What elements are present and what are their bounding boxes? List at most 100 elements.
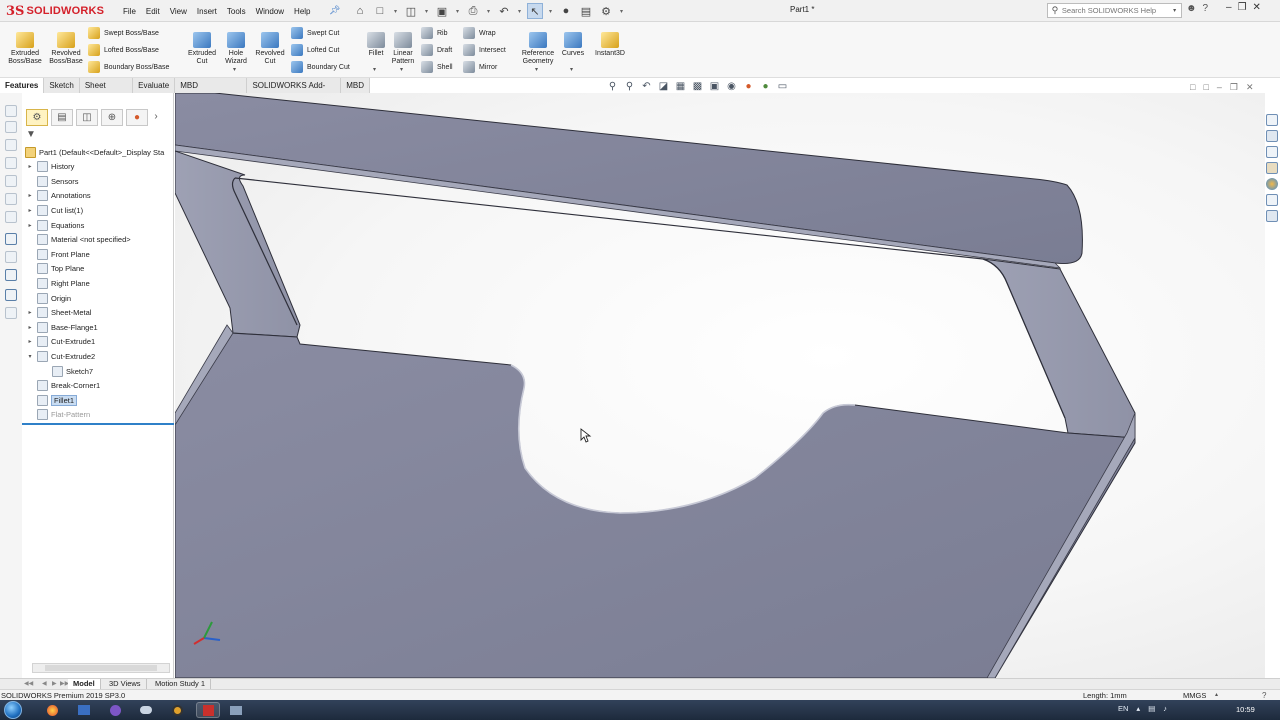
strip-icon-1[interactable] (5, 105, 17, 117)
solidworks-taskbar-icon[interactable] (196, 702, 220, 718)
expand-arrow-icon[interactable]: ▸ (26, 207, 34, 214)
file-explorer-icon[interactable] (72, 702, 96, 718)
tree-item[interactable]: Sensors (26, 174, 79, 188)
tab-first-arrow-icon[interactable]: ◀◀ (24, 680, 33, 687)
menu-insert[interactable]: Insert (192, 7, 222, 16)
home-icon[interactable]: ⌂ (352, 3, 368, 19)
reference-geometry-button[interactable]: Reference Geometry (518, 32, 558, 66)
pattern-dropdown-icon[interactable]: ▾ (400, 66, 403, 73)
tree-item[interactable]: Front Plane (26, 247, 90, 261)
help-status-icon[interactable]: ? (1262, 691, 1266, 700)
wrap-button[interactable]: Wrap (463, 26, 496, 40)
tree-item[interactable]: Right Plane (26, 276, 90, 290)
strip-icon-11[interactable] (5, 289, 17, 301)
save-dropdown-icon[interactable]: ▾ (454, 8, 461, 15)
file-explorer-icon[interactable] (1266, 146, 1278, 158)
view-orientation-icon[interactable]: ▩ (691, 80, 704, 93)
menu-tools[interactable]: Tools (222, 7, 251, 16)
language-indicator[interactable]: EN (1118, 704, 1128, 713)
select-pointer-icon[interactable]: ↖ (527, 3, 543, 19)
swept-boss-button[interactable]: Swept Boss/Base (88, 26, 159, 40)
expand-arrow-icon[interactable]: ▸ (26, 309, 34, 316)
tree-item[interactable]: ▾ Cut-Extrude2 (26, 349, 95, 363)
restore-icon[interactable]: ❐ (1238, 2, 1247, 13)
volume-icon[interactable]: ♪ (1163, 704, 1167, 713)
strip-icon-10[interactable] (5, 269, 17, 281)
tab-next-arrow-icon[interactable]: ▶ (52, 680, 57, 687)
solidworks-resources-home-icon[interactable] (1266, 114, 1278, 126)
options-dropdown-icon[interactable]: ▾ (618, 8, 625, 15)
select-dropdown-icon[interactable]: ▾ (547, 8, 554, 15)
units-dropdown-icon[interactable]: ▴ (1215, 691, 1218, 698)
mirror-button[interactable]: Mirror (463, 60, 497, 74)
custom-properties-icon[interactable] (1266, 194, 1278, 206)
pin-menu-icon[interactable]: 📌︎ (329, 5, 340, 16)
solidworks-forum-icon[interactable] (1266, 210, 1278, 222)
user-account-icon[interactable]: ☻ (1186, 3, 1197, 14)
rib-button[interactable]: Rib (421, 26, 448, 40)
tree-item[interactable]: Fillet1 (26, 393, 78, 407)
tree-item[interactable]: Break-Corner1 (26, 379, 100, 393)
extruded-cut-button[interactable]: Extruded Cut (184, 32, 220, 66)
menu-view[interactable]: View (165, 7, 192, 16)
tab-mbd[interactable]: MBD (341, 78, 370, 93)
previous-view-icon[interactable]: ↶ (640, 80, 653, 93)
tree-item[interactable]: ▸ Cut-Extrude1 (26, 335, 95, 349)
tree-item[interactable]: Origin (26, 291, 71, 305)
print-icon[interactable]: ⎙ (465, 3, 481, 19)
expand-arrow-icon[interactable]: ▸ (26, 324, 34, 331)
hole-wizard-dropdown-icon[interactable]: ▾ (233, 66, 236, 73)
rebuild-traffic-light-icon[interactable]: ● (558, 3, 574, 19)
fillet-button[interactable]: Fillet (364, 32, 388, 58)
section-view-icon[interactable]: ◪ (657, 80, 670, 93)
menu-edit[interactable]: Edit (141, 7, 165, 16)
shell-button[interactable]: Shell (421, 60, 453, 74)
close-icon[interactable]: ✕ (1253, 2, 1261, 13)
configuration-manager-tab-icon[interactable]: ◫ (76, 109, 98, 126)
tree-item[interactable]: Sketch7 (52, 364, 93, 378)
save-icon[interactable]: ▣ (434, 3, 450, 19)
tab-evaluate[interactable]: Evaluate (133, 78, 176, 93)
dimxpert-manager-tab-icon[interactable]: ⊕ (101, 109, 123, 126)
swept-cut-button[interactable]: Swept Cut (291, 26, 339, 40)
featuremanager-tree-tab-icon[interactable]: ⚙ (26, 109, 48, 126)
strip-icon-8[interactable] (5, 233, 17, 245)
search-dropdown-icon[interactable]: ▾ (1173, 7, 1181, 14)
expand-arrow-icon[interactable]: ▸ (26, 338, 34, 345)
view-palette-icon[interactable] (1266, 162, 1278, 174)
view-settings-icon[interactable]: ▭ (776, 80, 789, 93)
dynamic-annotation-icon[interactable]: ▦ (674, 80, 687, 93)
open-folder-icon[interactable]: ◫ (403, 3, 419, 19)
new-dropdown-icon[interactable]: ▾ (392, 8, 399, 15)
options-gear-icon[interactable]: ⚙ (598, 3, 614, 19)
reference-geometry-dropdown-icon[interactable]: ▾ (535, 66, 538, 73)
tree-item[interactable]: Flat-Pattern (26, 408, 90, 422)
curves-button[interactable]: Curves (560, 32, 586, 58)
lofted-cut-button[interactable]: Lofted Cut (291, 43, 339, 57)
display-style-icon[interactable]: ▣ (708, 80, 721, 93)
unit-system[interactable]: MMGS (1183, 691, 1206, 700)
help-question-icon[interactable]: ? (1203, 3, 1209, 14)
tab-sheet-metal[interactable]: Sheet Metal (79, 78, 134, 105)
hide-show-items-icon[interactable]: ◉ (725, 80, 738, 93)
fillet-dropdown-icon[interactable]: ▾ (373, 66, 376, 73)
expand-arrow-icon[interactable]: ▸ (26, 192, 34, 199)
strip-icon-7[interactable] (5, 211, 17, 223)
expand-arrow-icon[interactable]: ▾ (26, 353, 34, 360)
solidworks-logo[interactable]: 3S SOLIDWORKS (6, 3, 104, 19)
revolved-cut-button[interactable]: Revolved Cut (253, 32, 287, 66)
undo-icon[interactable]: ↶ (496, 3, 512, 19)
more-tabs-chevron-icon[interactable]: › (151, 109, 161, 126)
tree-item[interactable]: ▸ Annotations (26, 189, 91, 203)
tab-features[interactable]: Features (0, 78, 45, 93)
strip-icon-4[interactable] (5, 157, 17, 169)
generic-app-icon[interactable] (224, 702, 248, 718)
expand-arrow-icon[interactable]: ▸ (26, 163, 34, 170)
open-dropdown-icon[interactable]: ▾ (423, 8, 430, 15)
expand-arrow-icon[interactable]: ▸ (26, 222, 34, 229)
scrollbar-thumb[interactable] (45, 665, 157, 671)
strip-icon-12[interactable] (5, 307, 17, 319)
minimize-icon[interactable]: – (1226, 2, 1232, 13)
viewport-restore-icon[interactable]: ❐ (1230, 82, 1238, 93)
tab-solidworks-add-ins[interactable]: SOLIDWORKS Add-Ins (247, 78, 342, 105)
